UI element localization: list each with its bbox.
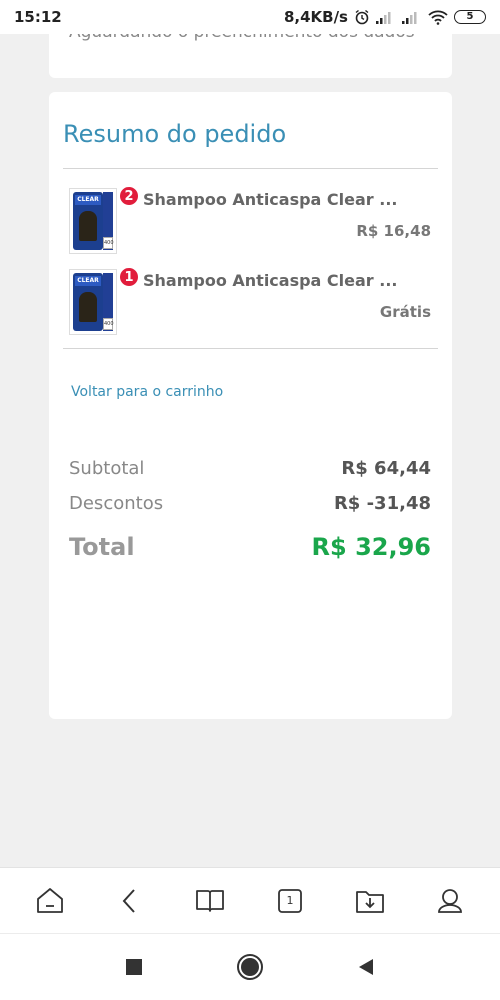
brand-label: CLEAR: [75, 195, 101, 205]
status-time: 15:12: [14, 8, 62, 26]
subtotal-label: Subtotal: [69, 458, 145, 479]
browser-toolbar: 1: [0, 867, 500, 933]
total-row: Total R$ 32,96: [69, 533, 431, 561]
back-triangle-icon[interactable]: [346, 947, 386, 987]
bottle-art: [79, 211, 97, 241]
subtotal-row: Subtotal R$ 64,44: [69, 458, 431, 479]
battery-icon: 5: [454, 10, 486, 24]
discount-value: R$ -31,48: [333, 493, 431, 514]
brand-label: CLEAR: [75, 276, 101, 286]
downloads-icon[interactable]: [350, 881, 390, 921]
size-label: 400: [103, 318, 114, 330]
order-item[interactable]: CLEAR 400 1 Shampoo Anticaspa Clear ... …: [69, 267, 439, 335]
order-item[interactable]: CLEAR 400 2 Shampoo Anticaspa Clear ... …: [69, 186, 439, 254]
back-to-cart-link[interactable]: Voltar para o carrinho: [71, 384, 223, 400]
home-icon[interactable]: [30, 881, 70, 921]
status-right: 8,4KB/s 5: [284, 8, 486, 26]
signal-icon-2: [402, 10, 422, 24]
product-thumbnail: CLEAR 400: [69, 269, 117, 335]
discount-row: Descontos R$ -31,48: [69, 493, 431, 514]
item-price: R$ 16,48: [356, 222, 431, 240]
discount-label: Descontos: [69, 493, 164, 514]
wifi-icon: [428, 9, 448, 25]
tabs-icon[interactable]: 1: [270, 881, 310, 921]
alarm-icon: [354, 9, 370, 25]
home-circle-icon[interactable]: [230, 947, 270, 987]
quantity-badge: 2: [119, 186, 139, 206]
total-value: R$ 32,96: [311, 533, 431, 561]
tab-count: 1: [286, 893, 294, 907]
bottle-art: [79, 292, 97, 322]
order-summary-card: Resumo do pedido CLEAR 400 2 Shampoo Ant…: [49, 92, 452, 719]
subtotal-value: R$ 64,44: [341, 458, 431, 479]
quantity-badge: 1: [119, 267, 139, 287]
summary-title: Resumo do pedido: [63, 120, 287, 148]
system-nav-bar: [0, 933, 500, 1000]
divider: [63, 348, 438, 349]
network-speed: 8,4KB/s: [283, 8, 348, 26]
back-icon[interactable]: [110, 881, 150, 921]
size-label: 400: [103, 237, 114, 249]
item-name: Shampoo Anticaspa Clear ...: [143, 271, 398, 290]
product-thumbnail: CLEAR 400: [69, 188, 117, 254]
bookmarks-icon[interactable]: [190, 881, 230, 921]
item-name: Shampoo Anticaspa Clear ...: [143, 190, 398, 209]
total-label: Total: [69, 533, 135, 561]
recents-icon[interactable]: [114, 947, 154, 987]
divider: [63, 168, 438, 169]
item-price: Grátis: [379, 303, 431, 321]
profile-icon[interactable]: [430, 881, 470, 921]
signal-icon: [376, 10, 396, 24]
status-bar: 15:12 8,4KB/s 5: [0, 0, 500, 34]
